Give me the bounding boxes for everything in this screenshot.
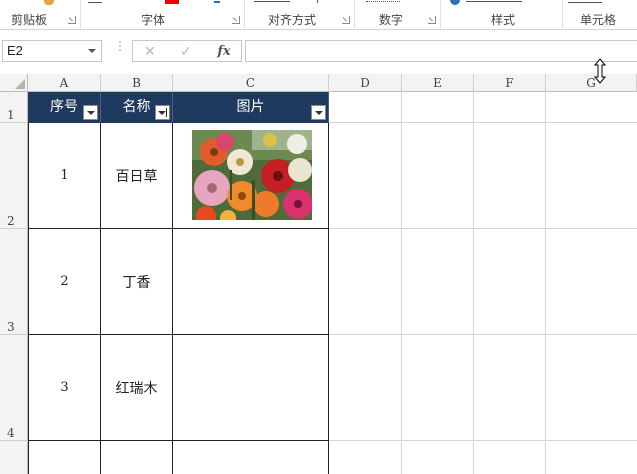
- row-header-5[interactable]: [0, 441, 28, 474]
- table-cell-picture[interactable]: [173, 441, 329, 474]
- filter-dropdown-icon[interactable]: [311, 105, 326, 120]
- ribbon-group-styles-label: 样式: [491, 13, 516, 27]
- ribbon: 剪贴板 字体 对齐方式 数字 样式 单元格: [0, 0, 637, 30]
- table-cell-name[interactable]: 红瑞木: [101, 335, 173, 441]
- table-cell-picture[interactable]: [173, 335, 329, 441]
- zinnia-flower-picture[interactable]: [192, 130, 312, 220]
- ribbon-group-number-label: 数字: [379, 13, 404, 27]
- name-box-value: E2: [7, 43, 23, 58]
- table-cell-index[interactable]: 1: [29, 123, 101, 229]
- clipboard-dialog-launcher-icon[interactable]: [68, 16, 76, 24]
- table-cell-index[interactable]: 2: [29, 229, 101, 335]
- ribbon-group-font-label: 字体: [141, 13, 166, 27]
- row-header-3[interactable]: 3: [0, 229, 28, 335]
- column-header-f[interactable]: F: [474, 74, 546, 92]
- ribbon-wrap-icon[interactable]: [312, 0, 318, 3]
- ribbon-table-format-icon[interactable]: [466, 0, 522, 2]
- ribbon-insert-cells-icon[interactable]: [568, 0, 602, 3]
- number-dialog-launcher-icon[interactable]: [428, 16, 436, 24]
- name-box[interactable]: E2: [2, 40, 102, 62]
- ribbon-clipboard-icon[interactable]: [44, 0, 54, 5]
- table-header-index[interactable]: 序号: [28, 92, 101, 123]
- formula-bar: E2 ⋮ ✕ ✓ fx: [0, 30, 637, 74]
- ribbon-group-cells-label: 单元格: [580, 13, 617, 27]
- ribbon-group-alignment-label: 对齐方式: [268, 13, 317, 27]
- ribbon-number-format-icon[interactable]: [366, 0, 400, 2]
- ribbon-conditional-format-icon[interactable]: [450, 0, 460, 5]
- table-cell-index[interactable]: 3: [29, 335, 101, 441]
- enter-icon[interactable]: ✓: [175, 43, 197, 61]
- resize-vertical-cursor-icon: [593, 58, 607, 84]
- table-cell-picture[interactable]: [173, 229, 329, 335]
- ribbon-font-line-icon[interactable]: [88, 2, 102, 3]
- chevron-down-icon[interactable]: [88, 49, 96, 53]
- column-header-a[interactable]: A: [28, 74, 101, 92]
- table-cell-name[interactable]: 百日草: [101, 123, 173, 229]
- alignment-dialog-launcher-icon[interactable]: [342, 16, 350, 24]
- filter-dropdown-icon[interactable]: [83, 105, 98, 120]
- row-header-2[interactable]: 2: [0, 123, 28, 229]
- insert-function-icon[interactable]: fx: [213, 43, 235, 61]
- column-header-c[interactable]: C: [173, 74, 329, 92]
- ribbon-align-icon[interactable]: [254, 0, 290, 2]
- row-header-4[interactable]: 4: [0, 335, 28, 441]
- table-header-picture[interactable]: 图片: [173, 92, 329, 123]
- select-all-button[interactable]: [0, 74, 28, 92]
- table-cell-index[interactable]: [29, 441, 101, 474]
- column-header-e[interactable]: E: [402, 74, 474, 92]
- column-header-d[interactable]: D: [329, 74, 402, 92]
- ribbon-phonetic-icon[interactable]: [214, 0, 220, 3]
- font-dialog-launcher-icon[interactable]: [232, 16, 240, 24]
- worksheet-grid: A B C D E F G 1 2 3 4 序号 名称 图片 1 百日草 2 丁…: [0, 74, 637, 474]
- row-header-1[interactable]: 1: [0, 92, 28, 123]
- column-header-b[interactable]: B: [101, 74, 173, 92]
- table-cell-name[interactable]: [101, 441, 173, 474]
- column-header-g[interactable]: G: [546, 74, 637, 92]
- cancel-icon[interactable]: ✕: [139, 43, 161, 61]
- ribbon-group-clipboard-label: 剪贴板: [11, 13, 48, 27]
- formula-buttons: ✕ ✓ fx: [132, 40, 242, 62]
- formula-input[interactable]: [245, 40, 637, 62]
- ribbon-font-color-icon[interactable]: [165, 0, 179, 4]
- sort-icon[interactable]: [155, 105, 170, 120]
- table-header-name[interactable]: 名称: [101, 92, 173, 123]
- more-options-icon[interactable]: ⋮: [114, 40, 126, 52]
- table-cell-name[interactable]: 丁香: [101, 229, 173, 335]
